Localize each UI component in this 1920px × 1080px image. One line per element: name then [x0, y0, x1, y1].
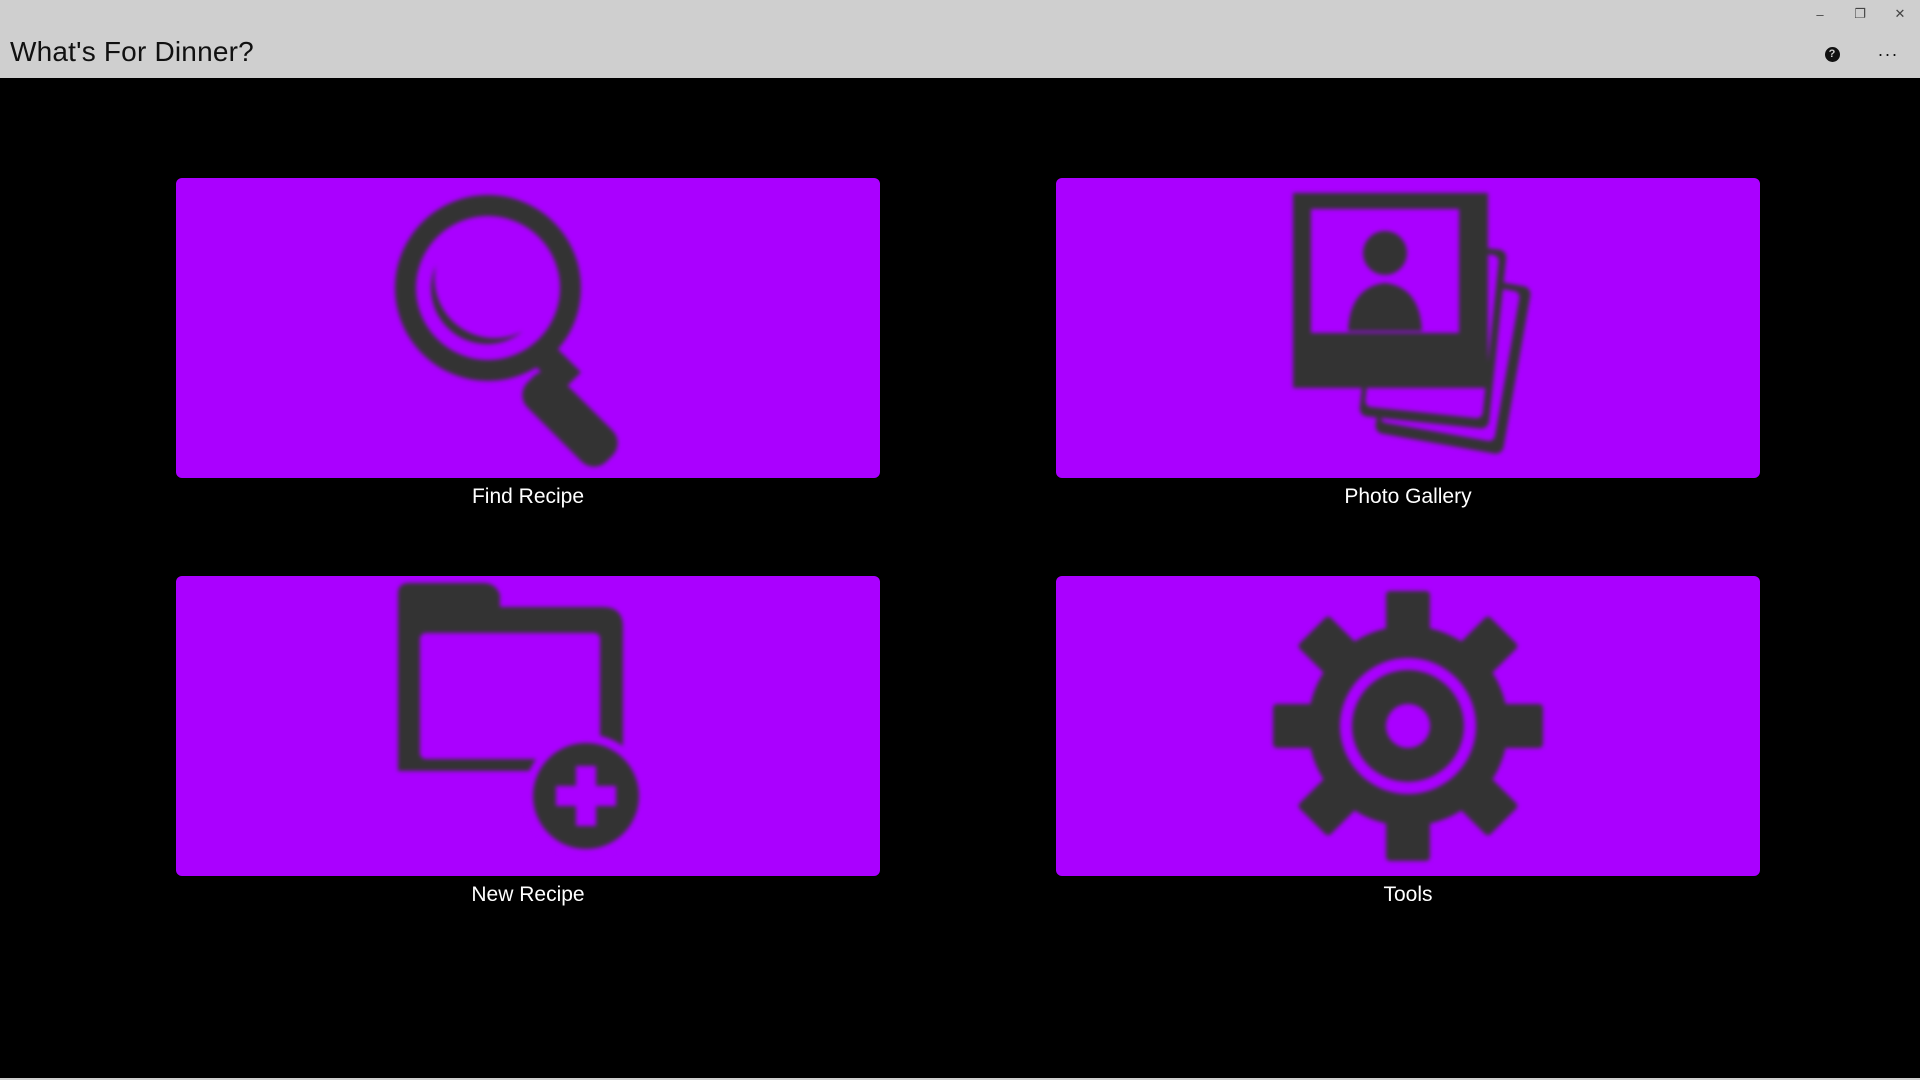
help-button[interactable]: ? [1810, 38, 1854, 70]
close-button[interactable]: ✕ [1880, 0, 1920, 28]
more-options-button[interactable]: ··· [1866, 38, 1910, 70]
new-folder-icon [398, 583, 648, 858]
search-icon [395, 195, 618, 467]
appbar-actions: ? ··· [1810, 38, 1910, 70]
window-controls: – ❐ ✕ [1800, 0, 1920, 30]
new-recipe-label: New Recipe [471, 883, 585, 906]
find-recipe-tile[interactable] [176, 178, 880, 478]
photo-gallery-label: Photo Gallery [1344, 485, 1472, 508]
minimize-button[interactable]: – [1800, 0, 1840, 28]
more-icon: ··· [1877, 43, 1899, 64]
tools-label: Tools [1383, 883, 1433, 906]
main-content: Find Recipe Photo Gallery New Recipe Too… [0, 78, 1920, 1078]
find-recipe-label: Find Recipe [471, 485, 585, 508]
restore-button[interactable]: ❐ [1840, 0, 1880, 28]
help-icon: ? [1824, 46, 1840, 62]
photo-gallery-icon [1293, 193, 1531, 454]
tools-tile[interactable] [1056, 576, 1760, 876]
app-title: What's For Dinner? [10, 36, 254, 67]
window-titlebar: – ❐ ✕ [0, 0, 1920, 30]
gear-icon [1273, 591, 1543, 861]
app-bar: What's For Dinner? ? ··· [0, 30, 1920, 78]
photo-gallery-tile[interactable] [1056, 178, 1760, 478]
new-recipe-tile[interactable] [176, 576, 880, 876]
